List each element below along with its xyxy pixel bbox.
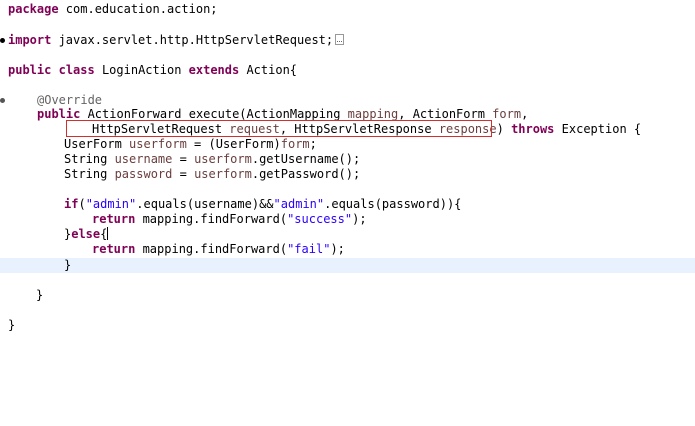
if-b: .equals( — [136, 197, 195, 211]
method-sig-c: , — [521, 107, 529, 121]
code-line-import[interactable]: import javax.servlet.http.HttpServletReq… — [0, 33, 695, 48]
param-mapping: mapping — [347, 107, 399, 121]
ret1-a: mapping.findForward( — [135, 212, 288, 226]
ret1-str: "success" — [287, 212, 353, 226]
l3-uf: userform — [194, 167, 252, 181]
collapsed-imports-icon[interactable] — [335, 34, 345, 45]
if-a: ( — [78, 197, 86, 211]
class-name: LoginAction — [94, 63, 189, 77]
l3-c: .getPassword(); — [251, 167, 361, 181]
if-v2: password — [381, 197, 440, 211]
code-line-return-success[interactable]: return mapping.findForward("success"); — [0, 212, 695, 227]
l2-var: username — [114, 152, 173, 166]
sig2-d: Exception { — [554, 122, 642, 136]
if-c: )&& — [251, 197, 274, 211]
package-keyword: package — [8, 2, 59, 16]
code-line-userform[interactable]: UserForm userform = (UserForm)form; — [0, 137, 695, 152]
l3-var: password — [114, 167, 173, 181]
if-e: )){ — [439, 197, 462, 211]
code-line-if[interactable]: if("admin".equals(username)&&"admin".equ… — [0, 197, 695, 212]
sig2-c: ) — [496, 122, 512, 136]
code-line-close-method[interactable]: } — [0, 288, 695, 303]
l1-form: form — [280, 137, 310, 151]
code-line-annotation[interactable]: @Override — [0, 93, 695, 108]
class-rest: Action{ — [239, 63, 298, 77]
code-line-return-fail[interactable]: return mapping.findForward("fail"); — [0, 242, 695, 257]
code-line-close-if[interactable]: } — [0, 258, 695, 273]
throws-keyword: throws — [511, 122, 555, 136]
else-keyword: else — [71, 227, 101, 241]
code-line-password[interactable]: String password = userform.getPassword()… — [0, 167, 695, 182]
code-editor[interactable]: package com.education.action; import jav… — [0, 0, 695, 426]
param-form: form — [492, 107, 522, 121]
l1-var: userform — [129, 137, 187, 151]
import-keyword: import — [8, 33, 52, 47]
method-sig-b: , ActionForm — [398, 107, 493, 121]
return-keyword-2: return — [92, 242, 136, 256]
l2-c: .getUsername(); — [251, 152, 361, 166]
l1-c: ; — [309, 137, 317, 151]
fold-collapse-icon[interactable] — [0, 98, 5, 103]
class-keyword: class — [58, 63, 95, 77]
extends-keyword: extends — [188, 63, 240, 77]
override-annotation: @Override — [37, 93, 103, 107]
l2-a: String — [64, 152, 115, 166]
if-v1: username — [194, 197, 252, 211]
if-str1: "admin" — [85, 197, 137, 211]
return-keyword: return — [92, 212, 136, 226]
code-line-else[interactable]: }else{ — [0, 227, 695, 242]
close-method-brace: } — [36, 288, 44, 302]
text-cursor — [107, 227, 109, 240]
code-line-package[interactable]: package com.education.action; — [0, 2, 695, 17]
fold-expand-icon[interactable] — [0, 38, 5, 43]
code-line-username[interactable]: String username = userform.getUsername()… — [0, 152, 695, 167]
method-public-keyword: public — [37, 107, 81, 121]
if-str2: "admin" — [273, 197, 325, 211]
public-keyword: public — [8, 63, 52, 77]
l1-b: = (UserForm) — [186, 137, 281, 151]
else-b: { — [100, 227, 108, 241]
ret1-b: ); — [352, 212, 367, 226]
import-name: javax.servlet.http.HttpServletRequest; — [51, 33, 334, 47]
code-line-close-class[interactable]: } — [0, 318, 695, 333]
l2-b: = — [172, 152, 195, 166]
if-keyword: if — [64, 197, 79, 211]
ret2-a: mapping.findForward( — [135, 242, 288, 256]
code-line-class[interactable]: public class LoginAction extends Action{ — [0, 63, 695, 78]
if-d: .equals( — [324, 197, 382, 211]
close-class-brace: } — [8, 318, 16, 332]
highlight-box — [66, 120, 492, 137]
ret2-str: "fail" — [287, 242, 331, 256]
ret2-b: ); — [330, 242, 345, 256]
l2-uf: userform — [194, 152, 252, 166]
l3-a: String — [64, 167, 115, 181]
method-sig-a: ActionForward execute(ActionMapping — [80, 107, 348, 121]
l1-a: UserForm — [64, 137, 130, 151]
close-if-brace: } — [64, 258, 72, 272]
package-name: com.education.action; — [58, 2, 218, 16]
l3-b: = — [172, 167, 195, 181]
